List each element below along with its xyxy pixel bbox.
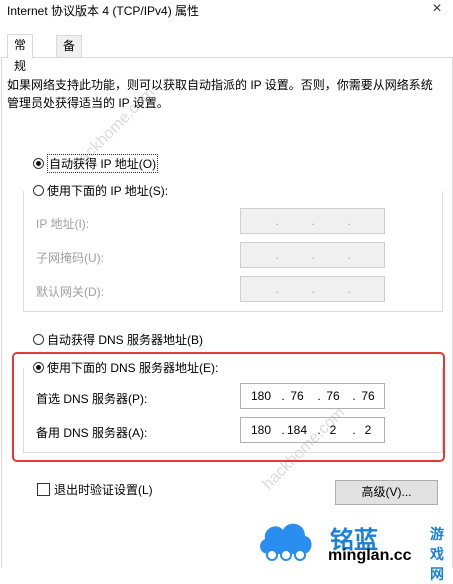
title-bar: Internet 协议版本 4 (TCP/IPv4) 属性 ×: [0, 0, 453, 30]
ip-address-label: IP 地址(I):: [36, 217, 90, 231]
auto-dns-label: 自动获得 DNS 服务器地址(B): [47, 333, 204, 347]
default-gateway-field[interactable]: ...: [240, 276, 385, 302]
tab-general[interactable]: 常规: [7, 34, 34, 73]
window-title: Internet 协议版本 4 (TCP/IPv4) 属性: [7, 4, 200, 18]
logo-domain-text: minglan.cc: [328, 547, 412, 564]
cloud-logo-icon: [260, 523, 312, 561]
preferred-dns-field[interactable]: 180 . 76 . 76 . 76: [240, 383, 385, 409]
tab-alternate-config[interactable]: 备用配置: [56, 35, 83, 116]
alternate-dns-field[interactable]: 180 . 184 . 2 . 2: [240, 417, 385, 443]
ip-address-field[interactable]: ...: [240, 208, 385, 234]
radio-unchecked-icon: [33, 334, 44, 345]
alternate-dns-label: 备用 DNS 服务器(A):: [36, 426, 148, 440]
subnet-mask-field[interactable]: ...: [240, 242, 385, 268]
auto-ip-label: 自动获得 IP 地址(O): [47, 154, 159, 173]
close-icon[interactable]: ×: [427, 0, 447, 18]
auto-dns-radio[interactable]: 自动获得 DNS 服务器地址(B): [33, 331, 203, 348]
default-gateway-label: 默认网关(D):: [36, 285, 104, 299]
auto-ip-radio[interactable]: 自动获得 IP 地址(O): [33, 154, 159, 173]
radio-checked-icon: [33, 158, 44, 169]
description-text: 如果网络支持此功能，则可以获取自动指派的 IP 设置。否则，你需要从网络系统管理…: [7, 78, 433, 110]
checkbox-unchecked-icon: [37, 483, 50, 496]
advanced-button[interactable]: 高级(V)...: [335, 480, 438, 505]
subnet-mask-label: 子网掩码(U):: [36, 251, 104, 265]
validate-on-exit-label: 退出时验证设置(L): [54, 483, 153, 497]
site-logo: 铭蓝 游戏网 minglan.cc: [255, 510, 453, 582]
validate-on-exit-checkbox[interactable]: 退出时验证设置(L): [37, 481, 153, 498]
logo-brand2-text: 游戏网: [430, 526, 444, 582]
preferred-dns-label: 首选 DNS 服务器(P):: [36, 392, 148, 406]
